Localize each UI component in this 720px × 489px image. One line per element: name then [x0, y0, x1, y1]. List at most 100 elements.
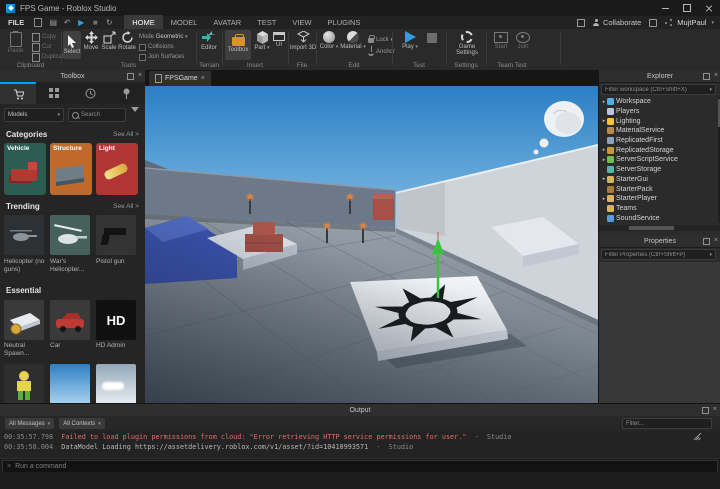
- asset-name[interactable]: HD Admin: [96, 342, 138, 350]
- asset-thumb-partial[interactable]: [96, 364, 136, 403]
- brick-tower[interactable]: [373, 194, 394, 220]
- tab-view[interactable]: VIEW: [284, 15, 319, 30]
- close-button[interactable]: [698, 0, 720, 16]
- tab-home[interactable]: HOME: [124, 15, 163, 30]
- asset-hd-admin[interactable]: HD: [96, 300, 136, 340]
- asset-name[interactable]: Neutral Spawn...: [4, 342, 46, 357]
- trending-see-all[interactable]: See All >: [113, 203, 139, 210]
- quick-play-icon[interactable]: ▶: [75, 18, 87, 28]
- asset-helicopter-1[interactable]: [4, 215, 44, 255]
- import-3d-button[interactable]: Import 3D: [291, 31, 315, 51]
- tab-plugins[interactable]: PLUGINS: [320, 15, 369, 30]
- tab-model[interactable]: MODEL: [163, 15, 206, 30]
- color-button[interactable]: Color ▾: [319, 31, 339, 50]
- category-card-vehicle[interactable]: Vehicle: [4, 143, 46, 195]
- window-layout-icon[interactable]: [575, 18, 587, 28]
- part-button[interactable]: Part ▾: [253, 31, 271, 51]
- asset-name[interactable]: Helicopter (no guns): [4, 258, 46, 273]
- close-tab-icon[interactable]: ×: [201, 76, 205, 82]
- anchor-button[interactable]: Anchor: [368, 48, 395, 56]
- tree-item-soundservice[interactable]: SoundService: [599, 213, 717, 223]
- paste-button[interactable]: Paste: [8, 32, 23, 54]
- select-tool-button[interactable]: Select: [63, 31, 81, 59]
- tab-creations[interactable]: [108, 82, 144, 104]
- close-panel-icon[interactable]: ×: [714, 73, 718, 79]
- username[interactable]: MujtPaul: [677, 18, 706, 27]
- share-icon[interactable]: [665, 19, 672, 26]
- tree-item-replicatedstorage[interactable]: ▸ReplicatedStorage: [599, 145, 717, 155]
- move-tool-button[interactable]: Move: [82, 31, 100, 51]
- category-card-light[interactable]: Light: [96, 143, 138, 195]
- stop-button[interactable]: [424, 33, 440, 43]
- tab-marketplace[interactable]: [0, 82, 36, 104]
- asset-thumb-partial[interactable]: [50, 364, 90, 403]
- tree-item-teams[interactable]: Teams: [599, 204, 717, 214]
- sync-icon[interactable]: ↻: [103, 18, 115, 28]
- tree-item-lighting[interactable]: ▸Lighting: [599, 116, 717, 126]
- command-input[interactable]: > Run a command: [2, 460, 718, 473]
- team-test-start-button[interactable]: Start: [492, 32, 510, 50]
- undo-icon[interactable]: ↶: [61, 18, 73, 28]
- toolbox-button[interactable]: Toolbox: [225, 30, 251, 60]
- join-surfaces-checkbox[interactable]: Join Surfaces: [139, 53, 188, 61]
- collisions-checkbox[interactable]: Collisions: [139, 43, 188, 51]
- close-panel-icon[interactable]: ×: [714, 238, 718, 244]
- categories-see-all[interactable]: See All >: [113, 131, 139, 138]
- commit-icon[interactable]: [647, 18, 659, 28]
- mode-dropdown[interactable]: Mode Geometric ▾: [139, 33, 188, 41]
- tree-item-serverstorage[interactable]: ServerStorage: [599, 165, 717, 175]
- popout-icon[interactable]: [703, 238, 710, 245]
- ui-button[interactable]: UI: [271, 32, 287, 48]
- file-menu[interactable]: FILE: [0, 18, 32, 27]
- tab-inventory[interactable]: [36, 82, 72, 104]
- collaborate-button[interactable]: Collaborate: [593, 18, 641, 27]
- minimize-button[interactable]: [654, 0, 676, 16]
- viewport-3d-scene[interactable]: [145, 86, 598, 403]
- popout-icon[interactable]: [703, 73, 710, 80]
- tree-item-players[interactable]: Players: [599, 107, 717, 117]
- tree-item-startergui[interactable]: ▸StarterGui: [599, 175, 717, 185]
- explorer-header[interactable]: Explorer ×: [599, 70, 720, 83]
- asset-name[interactable]: Pistol gun: [96, 258, 138, 266]
- play-button[interactable]: Play ▾: [400, 31, 420, 50]
- properties-filter-input[interactable]: Filter Properties (Ctrl+Shift+P) ▾: [601, 249, 716, 260]
- explorer-hscrollbar[interactable]: [599, 225, 720, 231]
- user-caret-icon[interactable]: ▾: [711, 21, 714, 25]
- popout-icon[interactable]: [127, 73, 134, 80]
- asset-pistol[interactable]: [96, 215, 136, 255]
- asset-name[interactable]: War's Helicopter...: [50, 258, 92, 273]
- team-test-join-button[interactable]: Join: [514, 32, 532, 50]
- game-settings-button[interactable]: Game Settings: [452, 31, 482, 56]
- models-dropdown[interactable]: Models▾: [4, 108, 64, 122]
- asset-name[interactable]: Car: [50, 342, 92, 350]
- filter-icon[interactable]: [131, 112, 139, 121]
- material-button[interactable]: Material ▾: [341, 31, 365, 50]
- quick-stop-icon[interactable]: ■: [89, 18, 101, 28]
- tab-avatar[interactable]: AVATAR: [205, 15, 249, 30]
- viewport-tab-fpsgame[interactable]: FPSGame ×: [149, 71, 211, 86]
- maximize-button[interactable]: [676, 0, 698, 16]
- output-filter-input[interactable]: Filter...: [622, 418, 712, 429]
- tree-item-starterplayer[interactable]: ▸StarterPlayer: [599, 194, 717, 204]
- lock-dropdown[interactable]: Lock ▾: [368, 36, 395, 44]
- scale-tool-button[interactable]: Scale: [100, 31, 118, 51]
- explorer-filter-input[interactable]: Filter workspace (Ctrl+Shift+X) ▾: [601, 84, 716, 95]
- asset-car[interactable]: [50, 300, 90, 340]
- tree-item-workspace[interactable]: ▸Workspace: [599, 97, 717, 107]
- tree-item-starterpack[interactable]: StarterPack: [599, 184, 717, 194]
- tree-item-serverscriptservice[interactable]: ▸ServerScriptService: [599, 155, 717, 165]
- search-input[interactable]: Search: [68, 108, 126, 122]
- close-panel-icon[interactable]: ×: [713, 407, 717, 413]
- save-icon[interactable]: ▤: [47, 18, 59, 28]
- tree-item-replicatedfirst[interactable]: ReplicatedFirst: [599, 136, 717, 146]
- asset-thumb-partial[interactable]: [4, 364, 44, 403]
- new-doc-icon[interactable]: [33, 18, 45, 28]
- terrain-editor-button[interactable]: Editor: [199, 31, 219, 51]
- asset-helicopter-2[interactable]: [50, 215, 90, 255]
- contexts-filter-dropdown[interactable]: All Contexts▾: [59, 418, 105, 429]
- tree-item-materialservice[interactable]: MaterialService: [599, 126, 717, 136]
- close-panel-icon[interactable]: ×: [138, 73, 142, 79]
- properties-header[interactable]: Properties ×: [599, 235, 720, 248]
- popout-icon[interactable]: [702, 407, 709, 414]
- tab-recent[interactable]: [72, 82, 108, 104]
